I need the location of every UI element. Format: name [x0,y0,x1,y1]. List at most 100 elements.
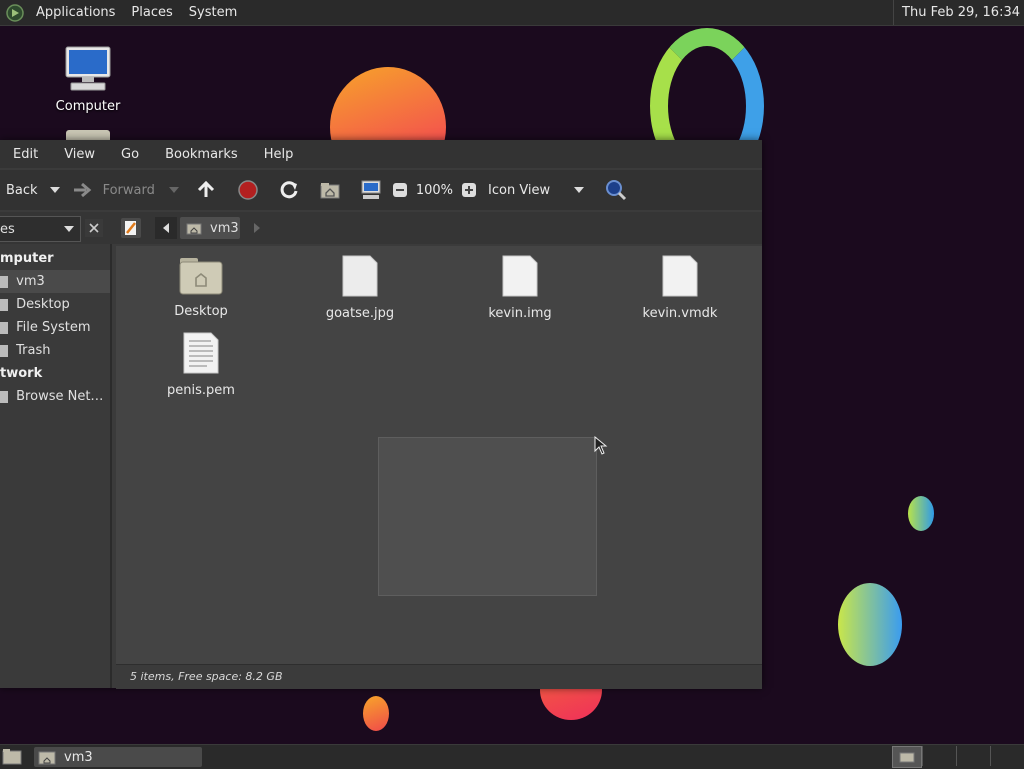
desktop-icon-label: Computer [55,99,121,114]
close-sidebar-icon[interactable] [85,219,103,237]
zoom-in-icon[interactable] [461,182,477,198]
menu-help[interactable]: Help [251,147,307,162]
status-bar: 5 items, Free space: 8.2 GB [116,664,762,689]
menu-go[interactable]: Go [108,147,152,162]
trash-icon [0,344,8,357]
workspace-switcher[interactable] [892,746,1024,768]
forward-history-dropdown-icon[interactable] [167,185,181,195]
path-forward-arrow-icon[interactable] [250,217,264,239]
file-item-penis-pem[interactable]: penis.pem [136,331,266,398]
sidebar-header-network: twork [0,362,110,385]
network-icon [0,390,8,403]
menu-view[interactable]: View [51,147,108,162]
forward-button[interactable]: Forward [72,181,155,199]
home-folder-icon [186,223,202,235]
folder-icon [179,258,223,295]
file-icon [342,255,378,297]
menubar: Edit View Go Bookmarks Help [0,140,762,168]
file-icon [502,255,538,297]
desktop-icon-partial-folder [66,130,110,140]
file-name: goatse.jpg [325,306,395,321]
reload-icon[interactable] [278,179,300,201]
path-button-label: vm3 [210,220,239,236]
system-menu[interactable]: System [181,5,245,20]
file-name: kevin.vmdk [642,306,718,321]
text-file-icon [183,332,219,374]
edit-location-icon[interactable] [120,217,142,239]
sidebar-item-vm3[interactable]: vm3 [0,270,110,293]
sidebar-item-browse-network[interactable]: Browse Net… [0,385,110,408]
sidebar: mputer vm3 Desktop File System Trash two… [0,244,112,688]
file-name: kevin.img [488,306,552,321]
file-name: penis.pem [167,383,235,398]
desktop-icon [0,298,8,311]
status-text: 5 items, Free space: 8.2 GB [130,670,283,683]
path-back-arrow-icon[interactable] [155,217,177,239]
chevron-down-icon [574,187,585,193]
location-bar: es vm3 [0,212,762,244]
home-icon [0,275,8,288]
bottom-panel: vm3 [0,744,1024,769]
places-menu[interactable]: Places [123,5,180,20]
toolbar: Back Forward 100% Icon View [0,170,762,210]
home-folder-icon [899,752,915,763]
workspace-2[interactable] [922,746,956,766]
view-mode-label: Icon View [488,182,551,198]
sidebar-item-label: Browse Net… [16,389,104,404]
file-item-kevin-img[interactable]: kevin.img [455,254,585,321]
sidebar-item-desktop[interactable]: Desktop [0,293,110,316]
sidebar-header-computer: mputer [0,247,110,270]
menu-edit[interactable]: Edit [0,147,51,162]
clock[interactable]: Thu Feb 29, 16:34 [893,0,1020,25]
file-item-goatse-jpg[interactable]: goatse.jpg [295,254,425,321]
search-icon[interactable] [604,178,628,202]
desktop-small-blob [908,496,934,531]
sidebar-item-file-system[interactable]: File System [0,316,110,339]
desktop-orange-small-blob [363,696,389,731]
view-mode-select[interactable]: Icon View [488,183,586,198]
home-folder-icon [38,751,56,765]
drive-icon [0,321,8,334]
applications-menu[interactable]: Applications [28,5,123,20]
back-label: Back [6,182,38,198]
sidebar-item-label: File System [16,320,91,335]
top-panel: Applications Places System Thu Feb 29, 1… [0,0,1024,26]
chevron-down-icon [64,226,74,232]
computer-icon [65,46,111,91]
taskbar-button-vm3[interactable]: vm3 [34,747,202,767]
file-item-kevin-vmdk[interactable]: kevin.vmdk [615,254,745,321]
sidebar-item-label: Trash [16,343,51,358]
up-arrow-icon[interactable] [195,179,217,201]
rubber-band-selection [378,437,597,596]
mouse-cursor-icon [594,436,608,455]
sidebar-item-trash[interactable]: Trash [0,339,110,362]
back-history-dropdown-icon[interactable] [48,185,62,195]
sidebar-selector-label: es [0,221,15,237]
path-button-vm3[interactable]: vm3 [180,217,240,239]
file-item-desktop[interactable]: Desktop [136,254,266,319]
sidebar-selector[interactable]: es [0,216,81,242]
menu-bookmarks[interactable]: Bookmarks [152,147,251,162]
file-icon [662,255,698,297]
computer-small-icon[interactable] [360,180,382,200]
forward-arrow-icon [73,182,91,198]
stop-icon[interactable] [237,179,259,201]
workspace-4[interactable] [990,746,1024,766]
file-name: Desktop [174,304,228,319]
zoom-level: 100% [415,182,454,198]
distro-logo-icon[interactable] [6,3,24,22]
zoom-out-icon[interactable] [392,182,408,198]
workspace-3[interactable] [956,746,990,766]
workspace-1[interactable] [892,746,922,768]
desktop-icon-computer[interactable]: Computer [48,45,128,114]
back-button[interactable]: Back [6,183,38,198]
sidebar-item-label: Desktop [16,297,70,312]
sidebar-header-label: twork [0,366,43,381]
forward-label: Forward [102,182,155,198]
taskbar-button-label: vm3 [64,749,93,765]
file-manager-window: Edit View Go Bookmarks Help Back Forward [0,140,762,689]
home-folder-icon[interactable] [319,180,341,200]
show-desktop-icon[interactable] [2,748,24,766]
desktop-green-blob [838,583,902,666]
sidebar-item-label: vm3 [16,274,45,289]
